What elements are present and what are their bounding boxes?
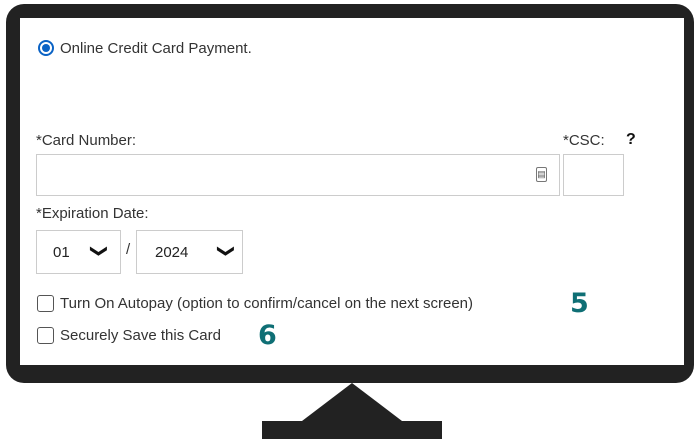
csc-label: *CSC: (563, 132, 605, 149)
chevron-down-icon: ❯ (90, 243, 110, 259)
monitor-stand-neck (302, 383, 402, 421)
expiration-date-label: *Expiration Date: (36, 205, 149, 222)
card-contact-icon: ▤ (536, 167, 547, 182)
csc-input[interactable] (563, 154, 624, 196)
autopay-checkbox[interactable] (37, 295, 54, 312)
save-card-checkbox[interactable] (37, 327, 54, 344)
credit-card-payment-radio[interactable] (38, 40, 54, 56)
step-6-marker: 6 (258, 320, 277, 351)
expiration-year-value: 2024 (155, 244, 189, 261)
expiration-month-value: 01 (53, 244, 70, 261)
csc-help-icon[interactable]: ? (626, 131, 636, 149)
monitor-stand-base (262, 421, 442, 439)
credit-card-payment-label: Online Credit Card Payment. (60, 40, 252, 57)
expiration-month-select[interactable]: 01 ❯ (36, 230, 121, 274)
autopay-label: Turn On Autopay (option to confirm/cance… (60, 295, 473, 312)
date-separator: / (126, 241, 131, 258)
chevron-down-icon: ❯ (217, 243, 237, 259)
save-card-label: Securely Save this Card (60, 327, 221, 344)
payment-form-screen: Online Credit Card Payment. *Card Number… (20, 18, 684, 365)
card-number-label: *Card Number: (36, 132, 137, 149)
expiration-year-select[interactable]: 2024 ❯ (136, 230, 243, 274)
step-5-marker: 5 (570, 288, 589, 319)
card-number-input[interactable]: ▤ (36, 154, 560, 196)
